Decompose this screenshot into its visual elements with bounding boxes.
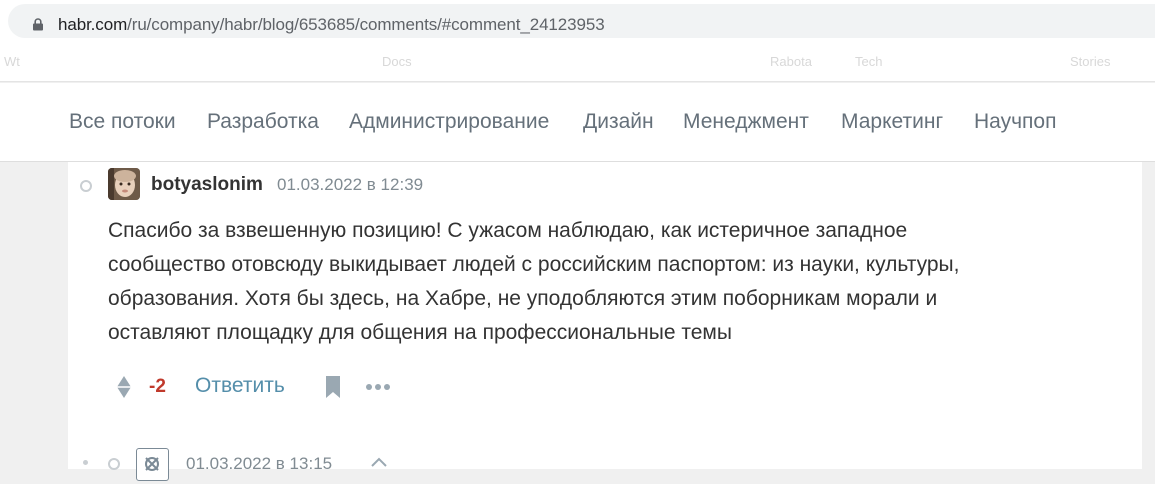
comment-line: Спасибо за взвешенную позицию! С ужасом … [108, 219, 908, 242]
nav-item-development[interactable]: Разработка [207, 110, 319, 134]
nav-item-management[interactable]: Менеджмент [683, 110, 809, 134]
chevron-up-icon[interactable] [370, 456, 388, 468]
avatar[interactable] [108, 168, 140, 200]
bookmarks-bar: Wt Docs Rabota Tech Stories [0, 44, 1155, 82]
url-path: /ru/company/habr/blog/653685/comments/#c… [127, 15, 605, 34]
bookmark-item[interactable]: Rabota [770, 54, 812, 69]
flows-navigation: Все потоки Разработка Администрирование … [0, 83, 1155, 162]
bookmark-item[interactable]: Wt [4, 54, 20, 69]
url-host: habr.com [58, 15, 128, 34]
avatar-image-icon [108, 168, 140, 200]
nav-item-marketing[interactable]: Маркетинг [841, 110, 943, 134]
bookmark-item[interactable]: Docs [382, 54, 412, 69]
comment-body: Спасибо за взвешенную позицию! С ужасом … [108, 214, 1108, 350]
avatar-default[interactable] [136, 448, 169, 481]
bookmark-icon[interactable] [324, 375, 342, 399]
nav-item-all-flows[interactable]: Все потоки [69, 110, 176, 134]
reply-button[interactable]: Ответить [195, 374, 285, 398]
comment-line: образования. Хотя бы здесь, на Хабре, не… [108, 287, 938, 310]
browser-address-bar: habr.com/ru/company/habr/blog/653685/com… [0, 0, 1155, 44]
lock-icon[interactable] [32, 18, 44, 31]
default-avatar-icon [145, 457, 159, 471]
comment-date[interactable]: 01.03.2022 в 13:15 [186, 454, 332, 474]
url-text[interactable]: habr.com/ru/company/habr/blog/653685/com… [58, 15, 605, 35]
bookmark-item[interactable]: Tech [855, 54, 882, 69]
comment-author[interactable]: botyaslonim [151, 174, 263, 196]
nav-item-popsci[interactable]: Научпоп [974, 110, 1056, 134]
comment-line: сообщество отовсюду выкидывает людей с р… [108, 253, 960, 276]
bookmark-item[interactable]: Stories [1070, 54, 1110, 69]
comment-line: оставляют площадку для общения на профес… [108, 321, 732, 344]
comment-date[interactable]: 01.03.2022 в 12:39 [277, 175, 423, 195]
thread-marker-icon[interactable] [108, 458, 120, 470]
thread-marker-icon[interactable] [80, 180, 92, 192]
more-options-icon[interactable] [365, 381, 391, 393]
nav-item-administration[interactable]: Администрирование [349, 110, 549, 134]
comment-score: -2 [149, 376, 166, 397]
thread-line-dot [83, 460, 88, 465]
vote-icon[interactable] [116, 375, 132, 399]
url-field[interactable]: habr.com/ru/company/habr/blog/653685/com… [8, 4, 1155, 38]
nav-item-design[interactable]: Дизайн [583, 110, 654, 134]
